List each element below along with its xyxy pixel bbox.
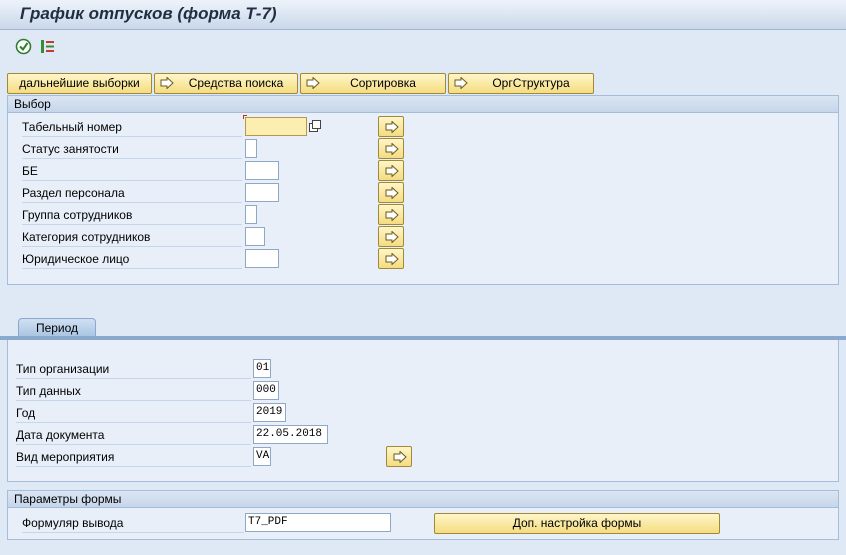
tab-period[interactable]: Период <box>18 318 96 337</box>
variant-icon[interactable] <box>39 38 56 55</box>
sort-label: Сортировка <box>350 76 416 90</box>
arrow-right-icon <box>385 121 399 133</box>
arrow-right-icon <box>385 187 399 199</box>
org-type-label: Тип организации <box>16 359 251 379</box>
employee-category-input[interactable] <box>245 227 265 246</box>
personnel-number-label: Табельный номер <box>22 117 242 137</box>
data-type-label: Тип данных <box>16 381 251 401</box>
arrow-right-icon <box>385 231 399 243</box>
year-input[interactable]: 2019 <box>253 403 286 422</box>
employment-status-input[interactable] <box>245 139 257 158</box>
selection-header: Выбор <box>8 96 838 113</box>
org-type-input[interactable]: 01 <box>253 359 271 378</box>
legal-entity-label: Юридическое лицо <box>22 249 242 269</box>
arrow-right-icon <box>385 253 399 265</box>
form-params-header: Параметры формы <box>8 491 838 508</box>
multiple-selection-icon[interactable] <box>309 120 322 133</box>
search-help-label: Средства поиска <box>188 76 284 90</box>
arrow-right-icon <box>385 143 399 155</box>
company-code-input[interactable] <box>245 161 279 180</box>
arrow-right-icon <box>306 77 320 89</box>
company-code-select-button[interactable] <box>378 160 404 181</box>
arrow-right-icon <box>160 77 174 89</box>
employment-status-label: Статус занятости <box>22 139 242 159</box>
employment-status-select-button[interactable] <box>378 138 404 159</box>
more-selections-button[interactable]: дальнейшие выборки <box>7 73 152 94</box>
org-structure-label: ОргСтруктура <box>492 76 570 90</box>
arrow-right-icon <box>385 209 399 221</box>
year-label: Год <box>16 403 251 423</box>
action-type-label: Вид мероприятия <box>16 447 251 467</box>
extra-form-settings-button[interactable]: Доп. настройка формы <box>434 513 720 534</box>
sort-button[interactable]: Сортировка <box>300 73 446 94</box>
personnel-number-select-button[interactable] <box>378 116 404 137</box>
output-form-input[interactable]: T7_PDF <box>245 513 391 532</box>
personnel-area-label: Раздел персонала <box>22 183 242 203</box>
output-form-label: Формуляр вывода <box>22 513 244 533</box>
employee-category-select-button[interactable] <box>378 226 404 247</box>
company-code-label: БЕ <box>22 161 242 181</box>
arrow-right-icon <box>393 451 407 463</box>
application-toolbar <box>0 31 846 63</box>
arrow-right-icon <box>454 77 468 89</box>
required-marker <box>243 115 247 119</box>
org-structure-button[interactable]: ОргСтруктура <box>448 73 594 94</box>
action-type-select-button[interactable] <box>386 446 412 467</box>
action-type-input[interactable]: VA <box>253 447 271 466</box>
execute-icon[interactable] <box>15 38 32 55</box>
personnel-area-input[interactable] <box>245 183 279 202</box>
document-date-input[interactable]: 22.05.2018 <box>253 425 328 444</box>
data-type-input[interactable]: 000 <box>253 381 279 400</box>
personnel-area-select-button[interactable] <box>378 182 404 203</box>
legal-entity-select-button[interactable] <box>378 248 404 269</box>
employee-category-label: Категория сотрудников <box>22 227 242 247</box>
document-date-label: Дата документа <box>16 425 251 445</box>
page-title: График отпусков (форма Т-7) <box>20 4 277 23</box>
search-help-button[interactable]: Средства поиска <box>154 73 298 94</box>
employee-group-select-button[interactable] <box>378 204 404 225</box>
tab-period-label: Период <box>35 321 79 335</box>
employee-group-input[interactable] <box>245 205 257 224</box>
employee-group-label: Группа сотрудников <box>22 205 242 225</box>
title-bar: График отпусков (форма Т-7) <box>0 0 846 30</box>
personnel-number-input[interactable] <box>245 117 307 136</box>
arrow-right-icon <box>385 165 399 177</box>
legal-entity-input[interactable] <box>245 249 279 268</box>
extra-form-settings-label: Доп. настройка формы <box>512 516 642 530</box>
more-selections-label: дальнейшие выборки <box>19 76 140 90</box>
